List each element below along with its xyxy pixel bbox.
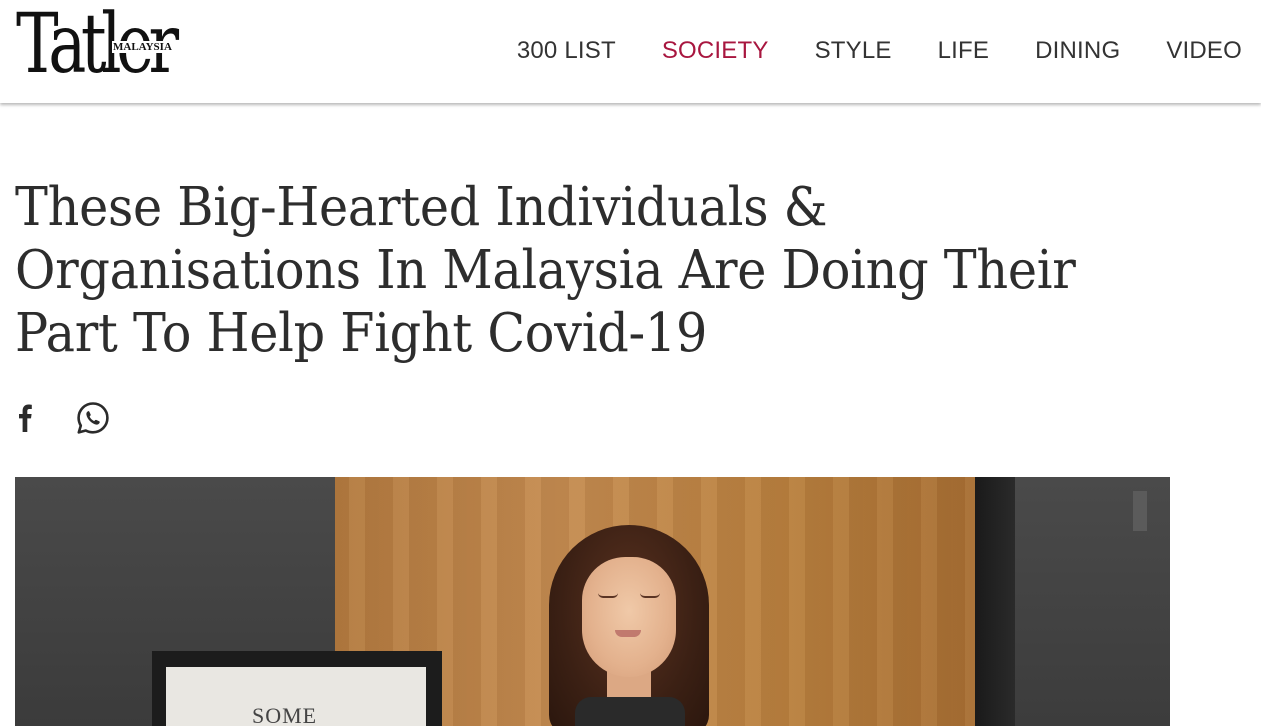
- share-bar: [13, 400, 111, 436]
- nav-item-dining[interactable]: DINING: [1035, 37, 1120, 65]
- hero-image: SOME: [15, 477, 1170, 726]
- hero-person-face: [582, 557, 676, 677]
- nav-item-video[interactable]: VIDEO: [1166, 37, 1242, 65]
- tatler-malaysia-logo[interactable]: Tatler MALAYSIA: [16, 4, 179, 96]
- facebook-icon[interactable]: [13, 400, 37, 436]
- site-header: Tatler MALAYSIA 300 LIST SOCIETY STYLE L…: [0, 0, 1261, 103]
- hero-person-eye-left: [598, 593, 618, 598]
- main-nav: 300 LIST SOCIETY STYLE LIFE DINING VIDEO: [471, 37, 1242, 65]
- nav-item-style[interactable]: STYLE: [815, 37, 892, 65]
- whatsapp-icon[interactable]: [75, 400, 111, 436]
- hero-person-top: [575, 697, 685, 726]
- hero-person-eye-right: [640, 593, 660, 598]
- logo-region: MALAYSIA: [112, 41, 173, 53]
- hero-person-lips: [615, 630, 641, 637]
- article-title: These Big-Hearted Individuals & Organisa…: [15, 177, 1076, 364]
- hero-wall-corner: [1133, 491, 1147, 531]
- nav-item-life[interactable]: LIFE: [938, 37, 989, 65]
- nav-item-society[interactable]: SOCIETY: [662, 37, 769, 65]
- hero-dark-post: [975, 477, 1017, 726]
- nav-item-300-list[interactable]: 300 LIST: [517, 37, 616, 65]
- hero-frame-text: SOME: [252, 703, 318, 726]
